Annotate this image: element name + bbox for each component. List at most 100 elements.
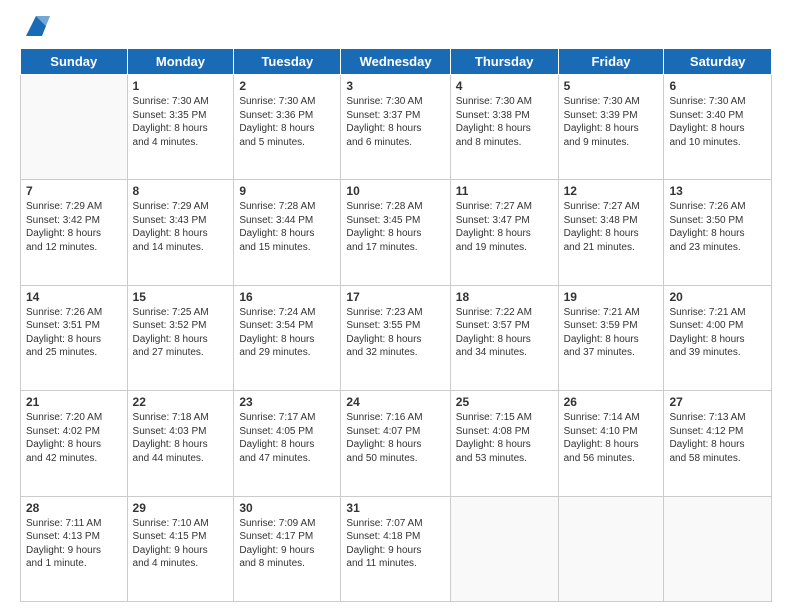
calendar-cell: 30 Sunrise: 7:09 AM Sunset: 4:17 PM Dayli…: [234, 496, 341, 601]
day-info: Sunrise: 7:26 AM Sunset: 3:50 PM Dayligh…: [669, 200, 766, 254]
day-number: 7: [26, 184, 122, 198]
day-info: Sunrise: 7:09 AM Sunset: 4:17 PM Dayligh…: [239, 517, 335, 571]
day-number: 23: [239, 395, 335, 409]
day-number: 13: [669, 184, 766, 198]
day-number: 8: [133, 184, 229, 198]
day-info: Sunrise: 7:14 AM Sunset: 4:10 PM Dayligh…: [564, 411, 659, 465]
day-info: Sunrise: 7:20 AM Sunset: 4:02 PM Dayligh…: [26, 411, 122, 465]
calendar-cell: 9 Sunrise: 7:28 AM Sunset: 3:44 PM Daylig…: [234, 180, 341, 285]
day-number: 29: [133, 501, 229, 515]
calendar-cell: [558, 496, 664, 601]
calendar-cell: 16 Sunrise: 7:24 AM Sunset: 3:54 PM Dayli…: [234, 285, 341, 390]
page: SundayMondayTuesdayWednesdayThursdayFrid…: [0, 0, 792, 612]
day-info: Sunrise: 7:23 AM Sunset: 3:55 PM Dayligh…: [346, 306, 444, 360]
day-number: 12: [564, 184, 659, 198]
day-info: Sunrise: 7:30 AM Sunset: 3:37 PM Dayligh…: [346, 95, 444, 149]
day-number: 26: [564, 395, 659, 409]
logo: [20, 16, 50, 40]
weekday-header: Monday: [127, 49, 234, 75]
day-number: 19: [564, 290, 659, 304]
day-info: Sunrise: 7:26 AM Sunset: 3:51 PM Dayligh…: [26, 306, 122, 360]
calendar-cell: 14 Sunrise: 7:26 AM Sunset: 3:51 PM Dayli…: [21, 285, 128, 390]
calendar-cell: 11 Sunrise: 7:27 AM Sunset: 3:47 PM Dayli…: [450, 180, 558, 285]
day-number: 14: [26, 290, 122, 304]
weekday-header: Tuesday: [234, 49, 341, 75]
calendar-cell: 7 Sunrise: 7:29 AM Sunset: 3:42 PM Daylig…: [21, 180, 128, 285]
calendar-cell: [450, 496, 558, 601]
day-info: Sunrise: 7:28 AM Sunset: 3:44 PM Dayligh…: [239, 200, 335, 254]
calendar-cell: 3 Sunrise: 7:30 AM Sunset: 3:37 PM Daylig…: [341, 75, 450, 180]
calendar-cell: 15 Sunrise: 7:25 AM Sunset: 3:52 PM Dayli…: [127, 285, 234, 390]
calendar-cell: 2 Sunrise: 7:30 AM Sunset: 3:36 PM Daylig…: [234, 75, 341, 180]
calendar-cell: [664, 496, 772, 601]
day-info: Sunrise: 7:18 AM Sunset: 4:03 PM Dayligh…: [133, 411, 229, 465]
calendar-cell: 27Sunrise: 7:13 AM Sunset: 4:12 PM Dayli…: [664, 391, 772, 496]
day-number: 6: [669, 79, 766, 93]
calendar-cell: 4Sunrise: 7:30 AM Sunset: 3:38 PM Daylig…: [450, 75, 558, 180]
day-number: 22: [133, 395, 229, 409]
calendar-cell: 23 Sunrise: 7:17 AM Sunset: 4:05 PM Dayli…: [234, 391, 341, 496]
day-info: Sunrise: 7:22 AM Sunset: 3:57 PM Dayligh…: [456, 306, 553, 360]
day-number: 16: [239, 290, 335, 304]
calendar-cell: 25Sunrise: 7:15 AM Sunset: 4:08 PM Dayli…: [450, 391, 558, 496]
calendar-week-row: 7 Sunrise: 7:29 AM Sunset: 3:42 PM Daylig…: [21, 180, 772, 285]
day-info: Sunrise: 7:11 AM Sunset: 4:13 PM Dayligh…: [26, 517, 122, 571]
calendar-cell: 17Sunrise: 7:23 AM Sunset: 3:55 PM Dayli…: [341, 285, 450, 390]
calendar-cell: 24 Sunrise: 7:16 AM Sunset: 4:07 PM Dayli…: [341, 391, 450, 496]
day-number: 20: [669, 290, 766, 304]
day-info: Sunrise: 7:30 AM Sunset: 3:39 PM Dayligh…: [564, 95, 659, 149]
day-info: Sunrise: 7:29 AM Sunset: 3:42 PM Dayligh…: [26, 200, 122, 254]
day-info: Sunrise: 7:27 AM Sunset: 3:48 PM Dayligh…: [564, 200, 659, 254]
calendar-cell: [21, 75, 128, 180]
day-number: 9: [239, 184, 335, 198]
day-number: 30: [239, 501, 335, 515]
day-info: Sunrise: 7:13 AM Sunset: 4:12 PM Dayligh…: [669, 411, 766, 465]
weekday-header: Wednesday: [341, 49, 450, 75]
calendar-week-row: 28 Sunrise: 7:11 AM Sunset: 4:13 PM Dayli…: [21, 496, 772, 601]
calendar-cell: 5 Sunrise: 7:30 AM Sunset: 3:39 PM Daylig…: [558, 75, 664, 180]
calendar-cell: 20 Sunrise: 7:21 AM Sunset: 4:00 PM Dayli…: [664, 285, 772, 390]
day-number: 15: [133, 290, 229, 304]
day-number: 3: [346, 79, 444, 93]
day-info: Sunrise: 7:30 AM Sunset: 3:36 PM Dayligh…: [239, 95, 335, 149]
calendar-cell: 8 Sunrise: 7:29 AM Sunset: 3:43 PM Daylig…: [127, 180, 234, 285]
day-info: Sunrise: 7:24 AM Sunset: 3:54 PM Dayligh…: [239, 306, 335, 360]
calendar-week-row: 1 Sunrise: 7:30 AM Sunset: 3:35 PM Daylig…: [21, 75, 772, 180]
day-info: Sunrise: 7:30 AM Sunset: 3:35 PM Dayligh…: [133, 95, 229, 149]
weekday-header: Sunday: [21, 49, 128, 75]
day-info: Sunrise: 7:07 AM Sunset: 4:18 PM Dayligh…: [346, 517, 444, 571]
calendar-cell: 21Sunrise: 7:20 AM Sunset: 4:02 PM Dayli…: [21, 391, 128, 496]
weekday-header: Friday: [558, 49, 664, 75]
weekday-header: Saturday: [664, 49, 772, 75]
day-info: Sunrise: 7:25 AM Sunset: 3:52 PM Dayligh…: [133, 306, 229, 360]
weekday-header: Thursday: [450, 49, 558, 75]
calendar-cell: 6Sunrise: 7:30 AM Sunset: 3:40 PM Daylig…: [664, 75, 772, 180]
header: [20, 16, 772, 40]
day-info: Sunrise: 7:16 AM Sunset: 4:07 PM Dayligh…: [346, 411, 444, 465]
calendar-cell: 10Sunrise: 7:28 AM Sunset: 3:45 PM Dayli…: [341, 180, 450, 285]
day-info: Sunrise: 7:17 AM Sunset: 4:05 PM Dayligh…: [239, 411, 335, 465]
day-number: 18: [456, 290, 553, 304]
day-number: 31: [346, 501, 444, 515]
day-info: Sunrise: 7:10 AM Sunset: 4:15 PM Dayligh…: [133, 517, 229, 571]
day-info: Sunrise: 7:29 AM Sunset: 3:43 PM Dayligh…: [133, 200, 229, 254]
day-number: 11: [456, 184, 553, 198]
day-info: Sunrise: 7:27 AM Sunset: 3:47 PM Dayligh…: [456, 200, 553, 254]
day-number: 4: [456, 79, 553, 93]
calendar-cell: 31 Sunrise: 7:07 AM Sunset: 4:18 PM Dayli…: [341, 496, 450, 601]
day-info: Sunrise: 7:21 AM Sunset: 3:59 PM Dayligh…: [564, 306, 659, 360]
calendar-cell: 19 Sunrise: 7:21 AM Sunset: 3:59 PM Dayli…: [558, 285, 664, 390]
calendar-cell: 26 Sunrise: 7:14 AM Sunset: 4:10 PM Dayli…: [558, 391, 664, 496]
calendar-cell: 28 Sunrise: 7:11 AM Sunset: 4:13 PM Dayli…: [21, 496, 128, 601]
day-info: Sunrise: 7:21 AM Sunset: 4:00 PM Dayligh…: [669, 306, 766, 360]
calendar-cell: 29 Sunrise: 7:10 AM Sunset: 4:15 PM Dayli…: [127, 496, 234, 601]
day-number: 10: [346, 184, 444, 198]
day-number: 5: [564, 79, 659, 93]
day-number: 28: [26, 501, 122, 515]
calendar-cell: 12 Sunrise: 7:27 AM Sunset: 3:48 PM Dayli…: [558, 180, 664, 285]
calendar-cell: 18 Sunrise: 7:22 AM Sunset: 3:57 PM Dayli…: [450, 285, 558, 390]
day-number: 24: [346, 395, 444, 409]
day-number: 2: [239, 79, 335, 93]
day-number: 1: [133, 79, 229, 93]
day-number: 25: [456, 395, 553, 409]
